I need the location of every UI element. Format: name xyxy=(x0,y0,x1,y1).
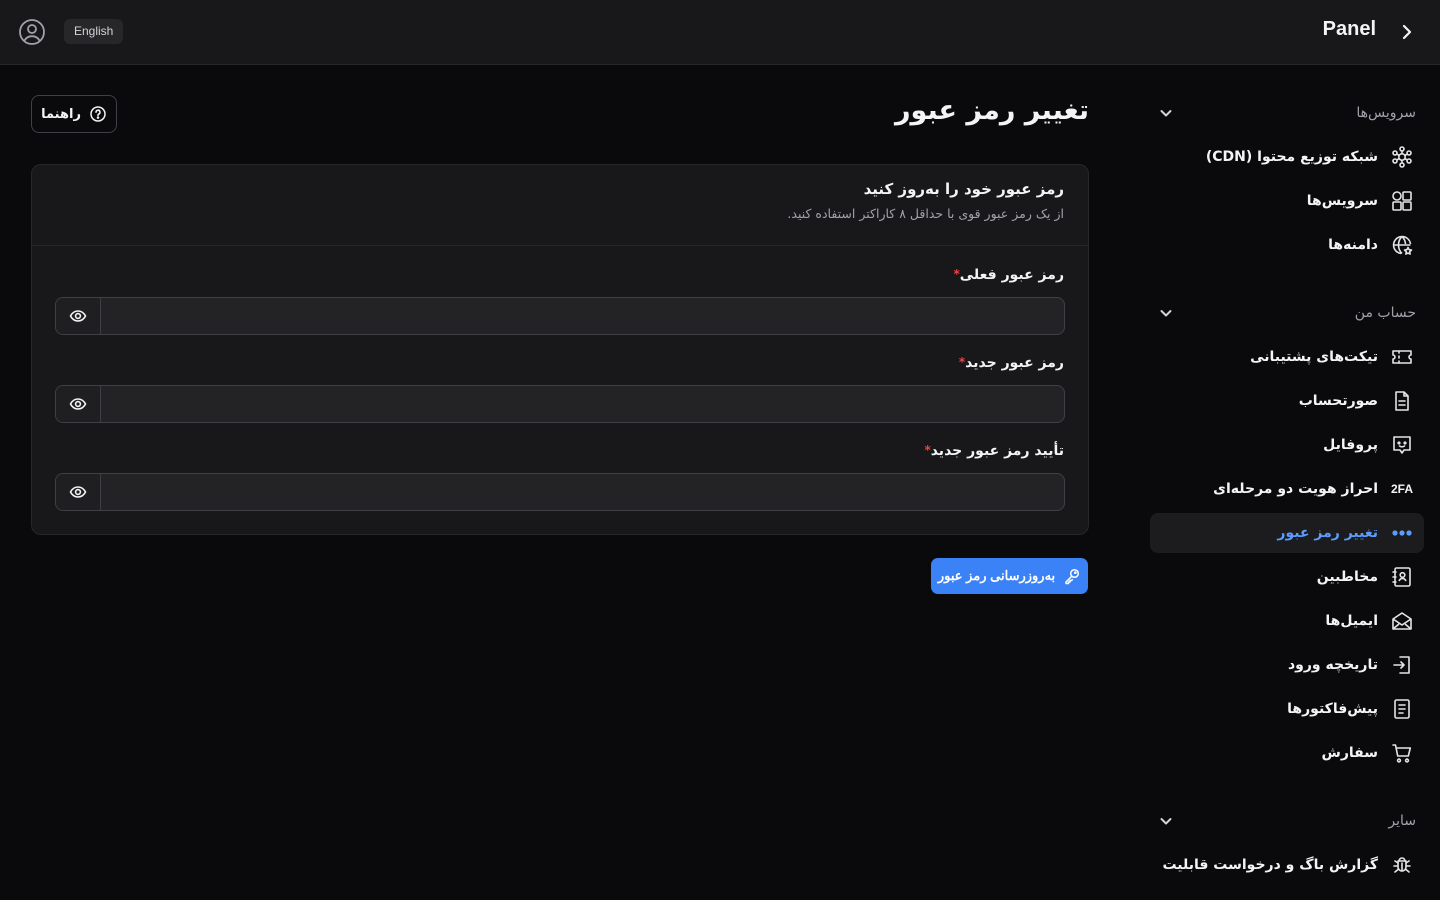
sidebar-item-services[interactable]: سرویس‌ها xyxy=(1150,181,1424,221)
confirm-password-input[interactable] xyxy=(101,474,1064,510)
sidebar-item-domains[interactable]: دامنه‌ها xyxy=(1150,225,1424,265)
help-circle-icon xyxy=(90,106,106,122)
new-password-field xyxy=(55,385,1065,423)
sidebar-item-label: تاریخچه ورود xyxy=(1287,657,1378,673)
new-password-input[interactable] xyxy=(101,386,1064,422)
chevron-down-icon xyxy=(1160,310,1172,317)
current-password-input[interactable] xyxy=(101,298,1064,334)
sidebar-item-billing[interactable]: صورتحساب xyxy=(1150,381,1424,421)
current-password-label: رمز عبور فعلی* xyxy=(953,267,1064,283)
chevron-down-icon xyxy=(1160,110,1172,117)
user-circle-icon[interactable] xyxy=(18,18,46,46)
sidebar: سرویس‌ها شبکه توزیع محتوا (CDN) سرویس‌ها xyxy=(1150,65,1424,900)
eye-icon xyxy=(69,310,87,322)
sidebar-item-change-password[interactable]: تغییر رمز عبور xyxy=(1150,513,1424,553)
invoice-icon xyxy=(1390,697,1414,721)
mail-open-icon xyxy=(1390,609,1414,633)
top-bar: English Panel xyxy=(0,0,1440,65)
cart-icon xyxy=(1390,741,1414,765)
section-label: حساب من xyxy=(1354,305,1416,321)
sidebar-item-bug-report[interactable]: گزارش باگ و درخواست قابلیت xyxy=(1150,845,1424,885)
login-icon xyxy=(1390,653,1414,677)
card-subtitle: از یک رمز عبور قوی با حداقل ۸ کاراکتر اس… xyxy=(787,206,1064,221)
current-password-field xyxy=(55,297,1065,335)
sidebar-item-contacts[interactable]: مخاطبین xyxy=(1150,557,1424,597)
sidebar-item-label: احراز هویت دو مرحله‌ای xyxy=(1213,481,1378,497)
confirm-password-label: تأیید رمز عبور جدید* xyxy=(924,443,1064,459)
sidebar-item-profile[interactable]: پروفایل xyxy=(1150,425,1424,465)
sidebar-item-label: شبکه توزیع محتوا (CDN) xyxy=(1205,149,1378,165)
profile-message-icon xyxy=(1390,433,1414,457)
new-password-label: رمز عبور جدید* xyxy=(958,355,1064,371)
bug-icon xyxy=(1390,853,1414,877)
section-account-toggle[interactable]: حساب من xyxy=(1158,298,1416,328)
two-factor-icon: 2FA xyxy=(1391,482,1414,496)
section-label: سایر xyxy=(1388,813,1416,829)
sidebar-item-orders[interactable]: سفارش xyxy=(1150,733,1424,773)
sidebar-item-cdn[interactable]: شبکه توزیع محتوا (CDN) xyxy=(1150,137,1424,177)
network-icon xyxy=(1390,145,1414,169)
card-title: رمز عبور خود را به‌روز کنید xyxy=(863,180,1064,198)
sidebar-item-support-tickets[interactable]: تیکت‌های پشتیبانی xyxy=(1150,337,1424,377)
contacts-icon xyxy=(1390,565,1414,589)
password-card: رمز عبور خود را به‌روز کنید از یک رمز عب… xyxy=(31,164,1089,535)
update-password-label: به‌روزرسانی رمز عبور xyxy=(937,568,1056,583)
sidebar-item-label: صورتحساب xyxy=(1298,393,1378,409)
section-label: سرویس‌ها xyxy=(1356,105,1416,121)
shapes-icon xyxy=(1390,189,1414,213)
language-button[interactable]: English xyxy=(64,19,124,44)
ticket-icon xyxy=(1390,345,1414,369)
help-button[interactable]: راهنما xyxy=(31,95,117,133)
sidebar-item-label: پروفایل xyxy=(1323,437,1378,453)
password-dots-icon xyxy=(1390,521,1414,545)
help-button-label: راهنما xyxy=(41,106,81,122)
key-icon xyxy=(1065,568,1080,585)
update-password-button[interactable]: به‌روزرسانی رمز عبور xyxy=(931,558,1088,594)
sidebar-item-label: تیکت‌های پشتیبانی xyxy=(1250,349,1378,365)
sidebar-item-login-history[interactable]: تاریخچه ورود xyxy=(1150,645,1424,685)
toggle-visibility-button[interactable] xyxy=(56,298,101,334)
card-header: رمز عبور خود را به‌روز کنید از یک رمز عب… xyxy=(32,165,1088,246)
sidebar-item-2fa[interactable]: 2FA احراز هویت دو مرحله‌ای xyxy=(1150,469,1424,509)
chevron-right-icon[interactable] xyxy=(1396,22,1416,42)
page-title: تغییر رمز عبور xyxy=(894,95,1089,126)
toggle-visibility-button[interactable] xyxy=(56,474,101,510)
toggle-visibility-button[interactable] xyxy=(56,386,101,422)
sidebar-item-label: دامنه‌ها xyxy=(1328,237,1378,253)
file-text-icon xyxy=(1390,389,1414,413)
sidebar-item-label: پیش‌فاکتورها xyxy=(1287,701,1378,717)
section-services-toggle[interactable]: سرویس‌ها xyxy=(1158,98,1416,128)
sidebar-item-label: مخاطبین xyxy=(1316,569,1378,585)
brand-logo[interactable]: Panel xyxy=(1323,18,1376,41)
section-other-toggle[interactable]: سایر xyxy=(1158,806,1416,836)
sidebar-item-label: ایمیل‌ها xyxy=(1325,613,1378,629)
sidebar-item-label: سرویس‌ها xyxy=(1306,193,1378,209)
sidebar-item-label: تغییر رمز عبور xyxy=(1277,525,1378,541)
sidebar-item-emails[interactable]: ایمیل‌ها xyxy=(1150,601,1424,641)
sidebar-item-proforma-invoices[interactable]: پیش‌فاکتورها xyxy=(1150,689,1424,729)
globe-star-icon xyxy=(1390,233,1414,257)
eye-icon xyxy=(69,398,87,410)
eye-icon xyxy=(69,486,87,498)
confirm-password-field xyxy=(55,473,1065,511)
sidebar-item-label: گزارش باگ و درخواست قابلیت xyxy=(1162,857,1378,873)
chevron-down-icon xyxy=(1160,818,1172,825)
sidebar-item-label: سفارش xyxy=(1321,745,1378,761)
main-content: راهنما تغییر رمز عبور رمز عبور خود را به… xyxy=(31,65,1089,900)
